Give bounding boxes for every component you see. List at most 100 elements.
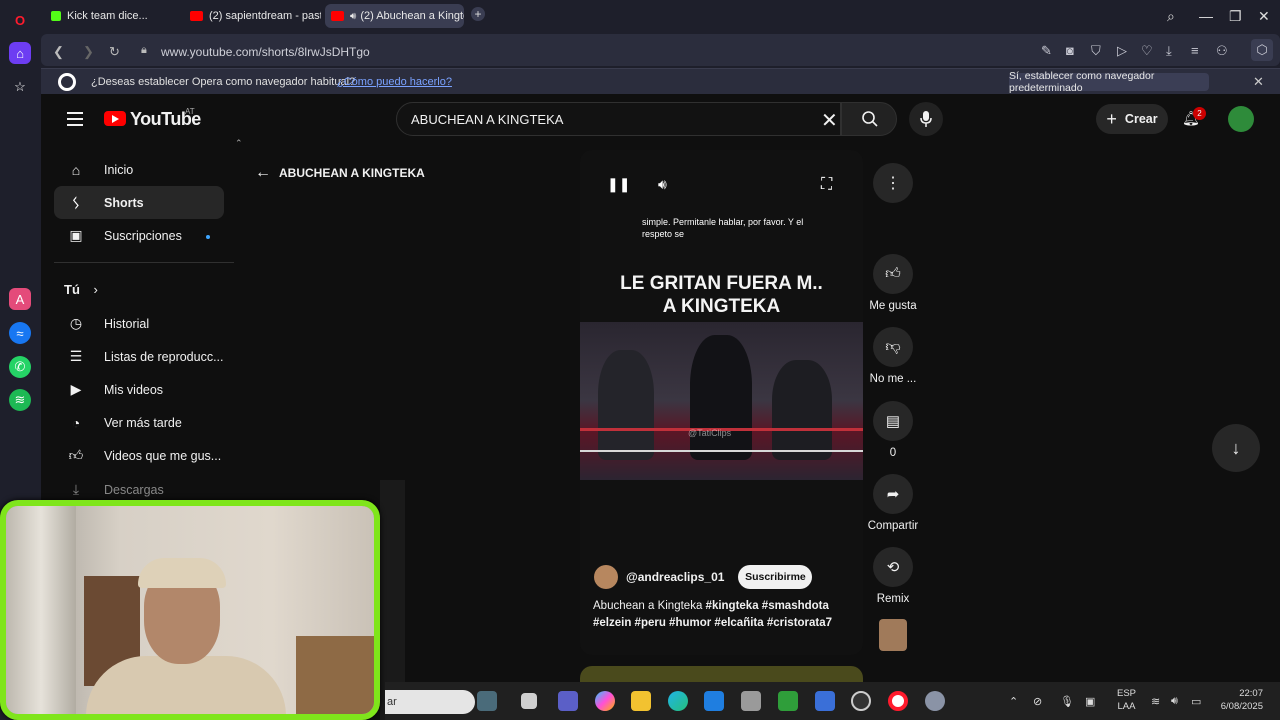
play-icon[interactable]: ▷ (1117, 43, 1127, 59)
heart-icon[interactable]: ♡ (1141, 43, 1153, 59)
restore-icon[interactable]: ❐ (1229, 8, 1242, 25)
system-clock[interactable]: 22:07 6/08/2025 (1209, 687, 1263, 713)
battery-icon[interactable]: ▭ (1191, 695, 1201, 708)
share-action[interactable]: ➦ Compartir (858, 474, 928, 532)
create-button[interactable]: + Crear (1096, 104, 1168, 134)
like-label: Me gusta (869, 300, 917, 312)
extensions-icon[interactable]: ⬡ (1251, 39, 1273, 61)
forward-icon[interactable]: ❯ (83, 44, 94, 60)
hashtags[interactable]: #elzein #peru #humor #elcañita #cristora… (593, 617, 832, 629)
search-button[interactable] (841, 102, 897, 136)
menu-lines-icon[interactable]: ≡ (1191, 43, 1199, 58)
volume-tray-icon[interactable]: 🔊︎ (1171, 695, 1178, 708)
shield-icon[interactable]: ⛉ (1091, 43, 1101, 59)
collapse-caret-icon[interactable]: ⌃ (235, 138, 243, 149)
infobar-help-link[interactable]: ¿Cómo puedo hacerlo? (337, 76, 452, 88)
sidebar-divider (54, 262, 234, 263)
home-icon[interactable]: ⌂ (9, 42, 31, 64)
network-off-icon[interactable]: ⊘ (1033, 695, 1042, 708)
back-icon[interactable]: ❮ (53, 44, 64, 60)
sidebar-item-liked-videos[interactable]: 👍︎ Videos que me gus... (54, 439, 224, 472)
opera-menu-icon[interactable]: O (9, 9, 31, 31)
fullscreen-icon[interactable]: ⛶ (821, 176, 832, 194)
tab-kick[interactable]: Kick team dice... (45, 4, 175, 28)
subscribe-button[interactable]: Suscribirme (738, 565, 813, 589)
camera-icon[interactable]: ◙ (1066, 43, 1074, 58)
sidebar-item-historial[interactable]: ◷ Historial (54, 307, 224, 340)
hamburger-menu-icon[interactable] (67, 112, 83, 130)
close-infobar-icon[interactable]: ✕ (1253, 74, 1264, 90)
copilot-icon[interactable] (595, 691, 615, 711)
pen-app-icon[interactable] (815, 691, 835, 711)
obs-icon[interactable] (851, 691, 871, 711)
url-text[interactable]: www.youtube.com/shorts/8lrwJsDHTgo (161, 45, 370, 59)
more-options-icon[interactable]: ⋮ (873, 163, 913, 203)
xbox-icon[interactable] (778, 691, 798, 711)
taskbar-search[interactable]: ar (385, 690, 475, 714)
edge-icon[interactable] (668, 691, 688, 711)
tab-sapientdream[interactable]: (2) sapientdream - past liv (184, 4, 321, 28)
close-window-icon[interactable]: ✕ (1258, 8, 1270, 25)
hashtags[interactable]: #kingteka #smashdota (706, 600, 829, 612)
sidebar-item-inicio[interactable]: ⌂ Inicio (54, 153, 224, 186)
messenger-icon[interactable]: ≈ (9, 322, 31, 344)
pause-icon[interactable]: ❚❚ (607, 176, 630, 193)
mic-tray-icon[interactable]: 🎙︎ (1060, 695, 1074, 708)
file-explorer-icon[interactable] (631, 691, 651, 711)
settings-gear-icon[interactable] (925, 691, 945, 711)
cube-app-icon[interactable] (741, 691, 761, 711)
thumbs-down-icon[interactable]: 👎︎ (873, 327, 913, 367)
channel-name[interactable]: @andreaclips_01 (626, 570, 724, 584)
search-input[interactable]: ABUCHEAN A KINGTEKA ✕ (396, 102, 841, 136)
sidebar-item-suscripciones[interactable]: ▣ Suscripciones (54, 219, 224, 252)
language-indicator[interactable]: ESP LAA (1117, 687, 1136, 713)
thumbs-up-icon[interactable]: 👍︎ (873, 254, 913, 294)
you-section-header[interactable]: Tú › (64, 282, 98, 297)
sound-thumbnail[interactable] (879, 619, 907, 651)
task-view-icon[interactable] (521, 693, 537, 709)
remix-action[interactable]: ⟲ Remix (858, 547, 928, 605)
minimize-icon[interactable]: — (1199, 8, 1213, 24)
dragon-app-icon[interactable] (477, 691, 497, 711)
wifi-icon[interactable]: ≋ (1151, 695, 1160, 708)
aria-icon[interactable]: A (9, 288, 31, 310)
notification-badge: 2 (1193, 107, 1206, 120)
voice-search-button[interactable] (909, 102, 943, 136)
new-tab-icon[interactable]: + (471, 7, 485, 21)
volume-icon[interactable]: 🔊︎ (658, 176, 667, 193)
channel-avatar[interactable] (594, 565, 618, 589)
dislike-action[interactable]: 👎︎ No me ... (858, 327, 928, 385)
download-icon[interactable]: ⤓ (1166, 43, 1172, 59)
like-action[interactable]: 👍︎ Me gusta (858, 254, 928, 312)
comment-icon[interactable]: ▤ (873, 401, 913, 441)
back-to-search[interactable]: ← ABUCHEAN A KINGTEKA (255, 164, 425, 182)
teams-icon[interactable] (558, 691, 578, 711)
spotify-icon[interactable]: ≋ (9, 389, 31, 411)
sidebar-item-ver-mas-tarde[interactable]: ◔ Ver más tarde (54, 406, 224, 439)
sidebar-item-mis-videos[interactable]: ▶ Mis videos (54, 373, 224, 406)
share-icon[interactable]: ➦ (873, 474, 913, 514)
set-default-button[interactable]: Sí, establecer como navegador predetermi… (1009, 70, 1209, 94)
pinboard-icon[interactable]: ☆ (9, 76, 31, 98)
search-tabs-icon[interactable]: ⌕ (1167, 8, 1175, 25)
youtube-logo-icon[interactable] (104, 111, 126, 126)
sidebar-item-playlists[interactable]: ☰ Listas de reproducc... (54, 340, 224, 373)
speaker-icon[interactable]: 🔊︎ (350, 11, 356, 22)
clear-search-icon[interactable]: ✕ (821, 108, 838, 133)
shorts-player[interactable]: ❚❚ 🔊︎ ⛶ simple. Permitanle hablar, por f… (580, 150, 863, 655)
sidebar-item-shorts[interactable]: ᛊ Shorts (54, 186, 224, 219)
remix-icon[interactable]: ⟲ (873, 547, 913, 587)
tray-chevron-icon[interactable]: ⌃ (1009, 695, 1018, 708)
url-box[interactable]: ❮ ❯ ↻ 🔒︎ www.youtube.com/shorts/8lrwJsDH… (41, 34, 1280, 66)
next-video-arrow-icon[interactable]: ↓ (1212, 424, 1260, 472)
edit-icon[interactable]: ✎ (1041, 43, 1052, 59)
opera-taskbar-icon[interactable] (888, 691, 908, 711)
display-tray-icon[interactable]: ▣ (1085, 695, 1095, 708)
store-icon[interactable] (704, 691, 724, 711)
profile-icon[interactable]: ⚇ (1216, 43, 1228, 59)
comments-action[interactable]: ▤ 0 (858, 401, 928, 459)
account-avatar[interactable] (1228, 106, 1254, 132)
reload-icon[interactable]: ↻ (109, 44, 120, 60)
tab-abuchean[interactable]: 🔊︎ (2) Abuchean a Kingte (325, 4, 464, 28)
whatsapp-icon[interactable]: ✆ (9, 356, 31, 378)
